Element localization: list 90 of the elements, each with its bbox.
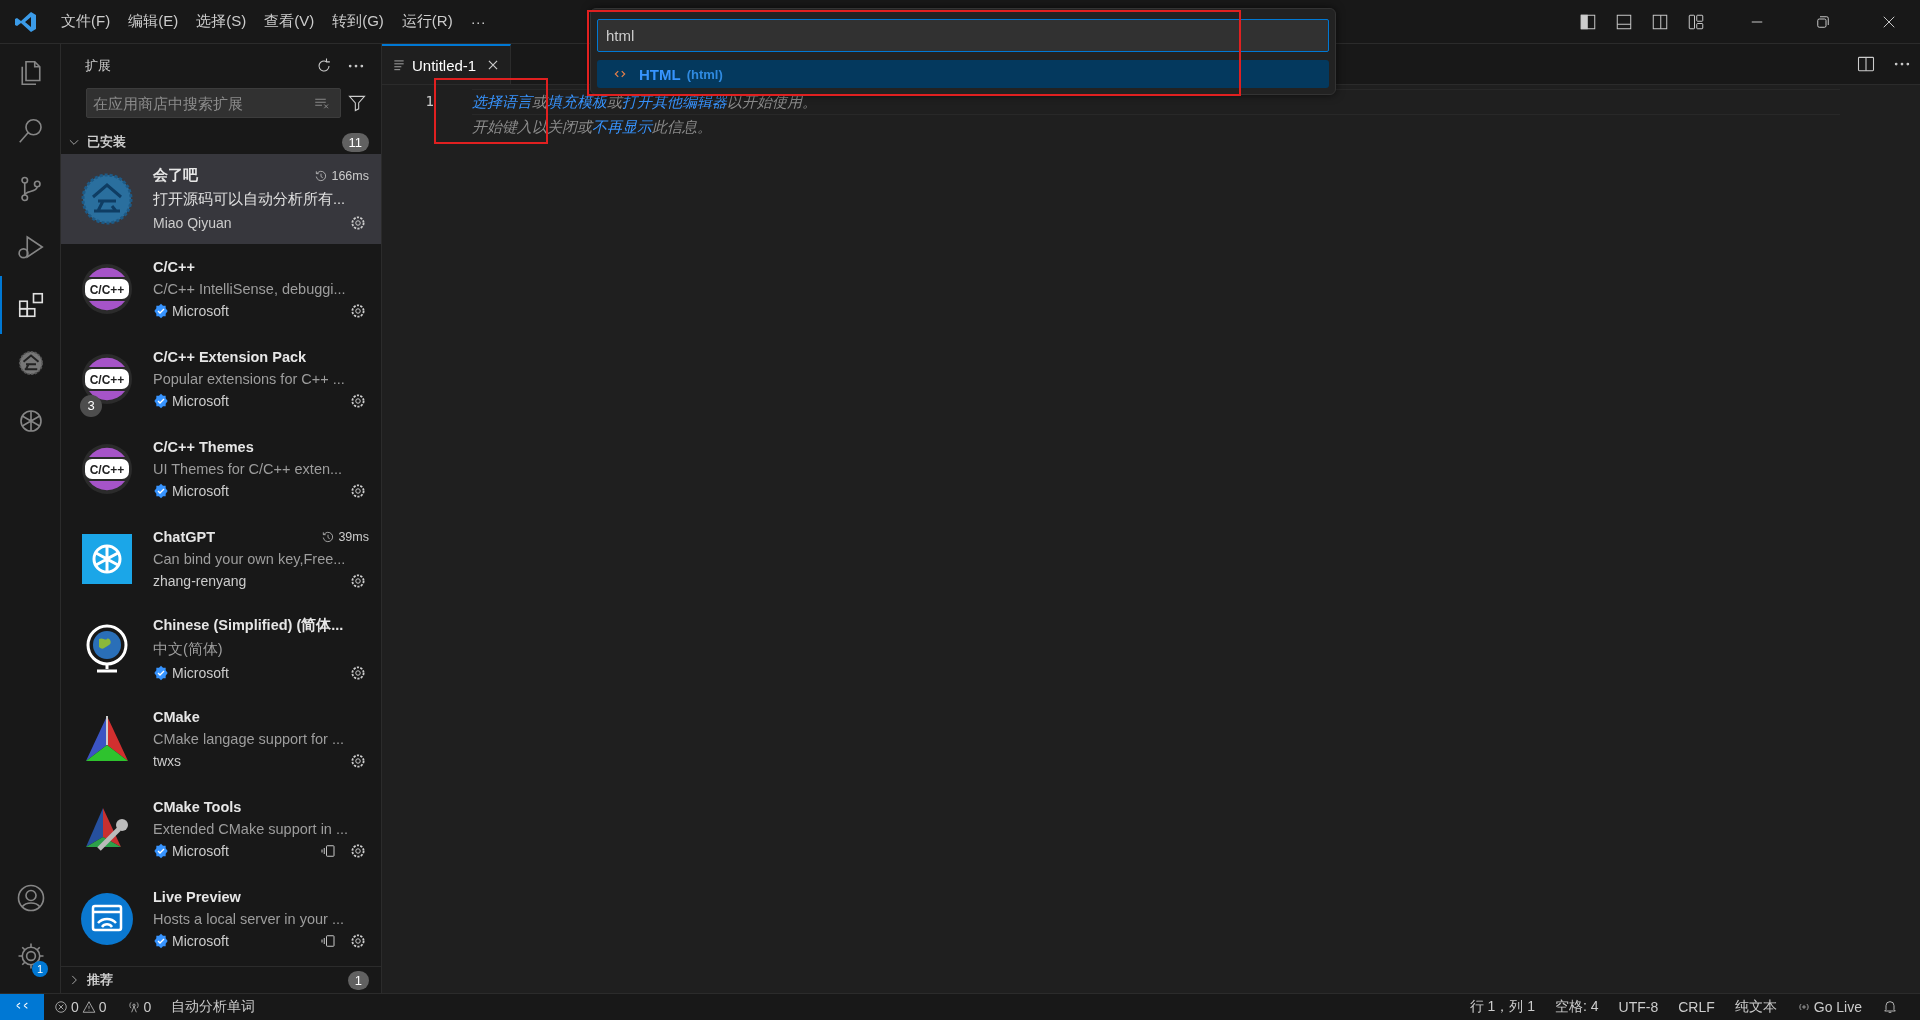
extension-item[interactable]: CMake CMake langage support for ... twxs — [61, 694, 381, 784]
error-icon — [54, 1000, 68, 1014]
extension-name: CMake — [153, 709, 200, 725]
status-item[interactable]: 行 1，列 1 — [1459, 998, 1545, 1016]
extension-description: C/C++ IntelliSense, debuggi... — [153, 281, 347, 297]
language-id: (html) — [686, 66, 723, 82]
publisher-name: Microsoft — [172, 664, 229, 681]
publisher-name: Microsoft — [172, 303, 229, 319]
go-live-status[interactable]: Go Live — [1786, 999, 1872, 1015]
count-badge: 11 — [341, 132, 369, 152]
extension-description: 打开源码可以自动分析所有... — [153, 189, 347, 209]
remote-icon[interactable] — [0, 993, 44, 1020]
hint-text: 此信息。 — [652, 118, 712, 135]
extension-description: CMake langage support for ... — [153, 731, 346, 747]
count-badge: 1 — [347, 970, 369, 990]
seal-logo-icon — [81, 173, 133, 225]
publisher-name: zhang-renyang — [153, 573, 247, 589]
more-menu-button[interactable]: ··· — [461, 9, 495, 34]
menu-item[interactable]: 运行(R) — [392, 8, 462, 35]
section-label: 已安装 — [87, 133, 126, 151]
extension-item[interactable]: 会了吧 166ms 打开源码可以自动分析所有... Miao Qiyuan — [61, 154, 381, 244]
hint-link[interactable]: 选择语言 — [472, 93, 532, 110]
ports-count: 0 — [143, 999, 152, 1015]
warning-count: 0 — [98, 999, 107, 1015]
status-item[interactable]: 空格: 4 — [1544, 998, 1609, 1016]
notification-badge: 1 — [32, 961, 48, 977]
extension-description: UI Themes for C/C++ exten... — [153, 461, 344, 477]
history-icon — [314, 168, 329, 183]
publisher-name: Microsoft — [172, 933, 229, 949]
extension-description: Hosts a local server in your ... — [153, 911, 345, 927]
menu-item[interactable]: 转到(G) — [323, 8, 393, 35]
hint-text: 开始键入以关闭或 — [472, 118, 592, 135]
extension-name: CMake Tools — [153, 799, 242, 815]
hint-link[interactable]: 不再显示 — [592, 118, 652, 135]
app-logo-icon — [14, 9, 38, 34]
extension-description: Can bind your own key,Free... — [153, 551, 347, 567]
publisher-name: Microsoft — [172, 483, 229, 499]
section-header[interactable]: 已安装 11 — [61, 130, 381, 154]
warning-icon — [81, 1000, 96, 1014]
extension-search-field[interactable]: 在应用商店中搜索扩展 — [86, 88, 341, 118]
ports-status[interactable]: 0 — [116, 999, 162, 1015]
problems-status[interactable]: 0 0 — [44, 999, 117, 1015]
extension-item[interactable]: ChatGPT 39ms Can bind your own key,Free... zhang-renyang — [61, 514, 381, 604]
cpp-logo-icon: C/C++ — [81, 263, 133, 315]
activation-time: 39ms — [338, 530, 369, 544]
language-label: HTML — [639, 65, 681, 83]
extension-item[interactable]: Live Preview Hosts a local server in your ... Microsoft — [61, 874, 381, 964]
extension-name: C/C++ Themes — [153, 439, 254, 455]
extension-description: Popular extensions for C++ ... — [153, 371, 346, 387]
menu-item[interactable]: 查看(V) — [255, 8, 324, 35]
status-item[interactable]: CRLF — [1668, 999, 1725, 1015]
publisher-name: Microsoft — [172, 843, 229, 859]
menu-item[interactable]: 编辑(E) — [119, 8, 188, 35]
extension-description: 中文(简体) — [153, 639, 224, 659]
extension-name: C/C++ Extension Pack — [153, 349, 307, 365]
menu-item[interactable]: 选择(S) — [187, 8, 256, 35]
hint-text: 以开始使用。 — [727, 93, 817, 110]
hint-link[interactable]: 填充模板 — [547, 93, 607, 110]
publisher-name: Miao Qiyuan — [153, 214, 232, 231]
menu-item[interactable]: 文件(F) — [52, 8, 120, 35]
status-item[interactable]: 自动分析单词 — [161, 998, 266, 1016]
extension-name: C/C++ — [153, 259, 195, 275]
publisher-name: Microsoft — [172, 393, 229, 409]
publisher-name: twxs — [153, 753, 181, 769]
editor-tab[interactable]: Untitled-1 — [382, 44, 512, 84]
extension-name: ChatGPT — [153, 529, 216, 545]
extension-name: Live Preview — [153, 889, 241, 905]
quick-pick-item[interactable]: HTML (html) — [597, 60, 1329, 88]
extension-description: Extended CMake support in ... — [153, 821, 350, 837]
broadcast-window-logo-icon — [81, 893, 133, 945]
extension-item[interactable]: C/C++ C/C++ C/C++ IntelliSense, debuggi... Microsoft — [61, 244, 381, 334]
extension-item[interactable]: CMake Tools Extended CMake support in ... Microsoft — [61, 784, 381, 874]
sidebar-title: 扩展 — [85, 57, 111, 75]
antenna-icon — [126, 1000, 141, 1014]
tab-title: Untitled-1 — [412, 56, 477, 74]
extension-name: Chinese (Simplified) (简体... — [153, 616, 344, 635]
quick-input-field[interactable]: html — [597, 19, 1329, 52]
line-number: 1 — [425, 93, 434, 109]
cpp-logo-icon: C/C++ — [81, 443, 133, 495]
status-item[interactable]: UTF-8 — [1608, 999, 1669, 1015]
section-label: 推荐 — [87, 971, 113, 989]
status-item[interactable]: 纯文本 — [1724, 998, 1787, 1016]
text-file-icon — [392, 58, 406, 72]
hint-text: 或 — [607, 93, 622, 110]
activation-time: 166ms — [331, 168, 369, 183]
extension-item[interactable]: Chinese (Simplified) (简体... 中文(简体) Microsoft — [61, 604, 381, 694]
extension-item[interactable]: C/C++ C/C++ Themes UI Themes for C/C++ exten... Microsoft — [61, 424, 381, 514]
history-icon — [321, 530, 336, 544]
error-count: 0 — [71, 999, 79, 1015]
extension-name: 会了吧 — [153, 166, 198, 185]
